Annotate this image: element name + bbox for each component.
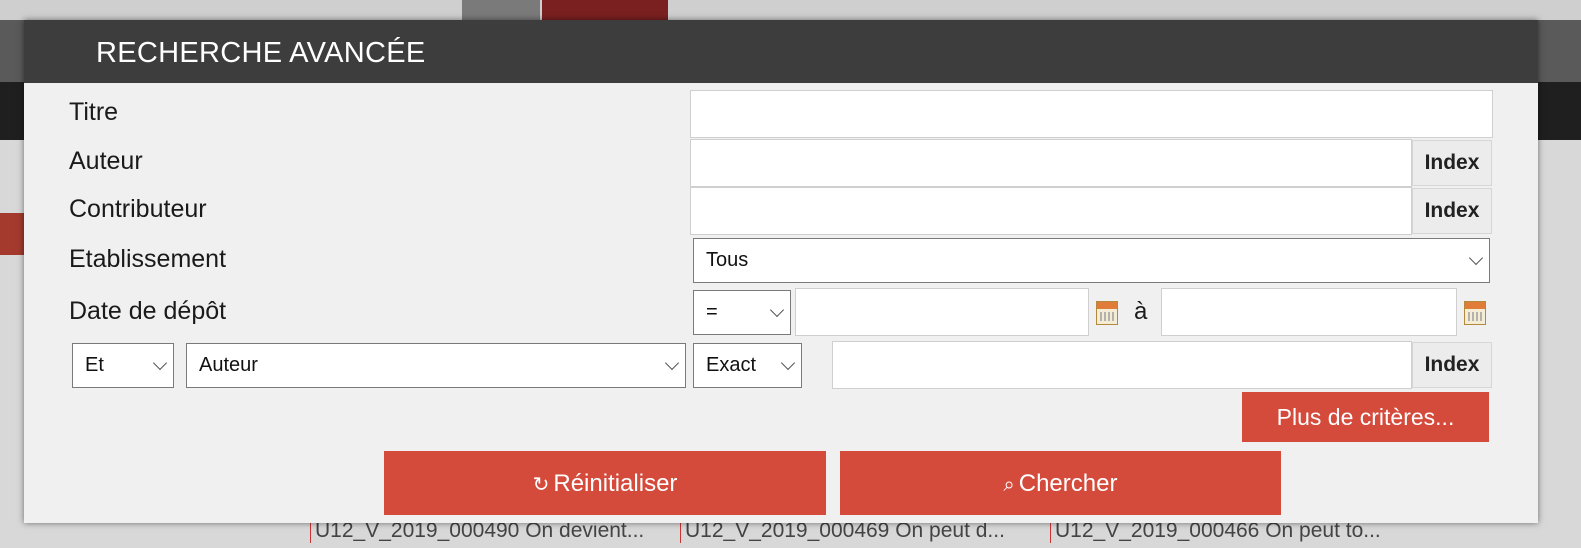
criteria-index-button[interactable]: Index xyxy=(1412,342,1492,388)
reset-button[interactable]: ↻ Réinitialiser xyxy=(384,451,826,515)
contributeur-input[interactable] xyxy=(690,187,1412,235)
date-depot-label: Date de dépôt xyxy=(69,297,227,325)
auteur-label: Auteur xyxy=(69,147,143,175)
criteria-value-input[interactable] xyxy=(832,341,1412,389)
chevron-down-icon xyxy=(1468,250,1484,266)
logic-operator-select[interactable]: Et xyxy=(72,343,174,388)
titre-input[interactable] xyxy=(690,90,1493,138)
search-button-label: Chercher xyxy=(1018,470,1118,497)
background-tab xyxy=(462,0,540,20)
calendar-icon[interactable] xyxy=(1464,301,1486,325)
auteur-index-button[interactable]: Index xyxy=(1412,140,1492,186)
criteria-field-select[interactable]: Auteur xyxy=(186,343,686,388)
match-type-select[interactable]: Exact xyxy=(693,343,802,388)
etablissement-select[interactable]: Tous xyxy=(693,238,1490,283)
contributeur-label: Contributeur xyxy=(69,195,207,223)
more-criteria-button[interactable]: Plus de critères... xyxy=(1242,392,1489,442)
background-red-marker xyxy=(0,213,24,255)
criteria-field-selected: Auteur xyxy=(199,354,258,376)
background-tabbar xyxy=(0,0,1581,20)
calendar-icon[interactable] xyxy=(1096,301,1118,325)
logic-operator-selected: Et xyxy=(85,354,104,376)
advanced-search-modal: RECHERCHE AVANCÉE Titre Auteur Index Con… xyxy=(24,20,1538,523)
date-to-input[interactable] xyxy=(1161,288,1457,336)
reset-icon: ↻ xyxy=(532,474,550,496)
modal-title: RECHERCHE AVANCÉE xyxy=(24,20,1538,83)
titre-label: Titre xyxy=(69,98,119,126)
chevron-down-icon xyxy=(769,302,785,318)
chevron-down-icon xyxy=(152,355,168,371)
date-separator: à xyxy=(1134,298,1148,325)
contributeur-index-button[interactable]: Index xyxy=(1412,188,1492,234)
chevron-down-icon xyxy=(780,355,796,371)
auteur-input[interactable] xyxy=(690,139,1412,187)
date-operator-selected: = xyxy=(706,301,718,323)
match-type-selected: Exact xyxy=(706,354,757,376)
chevron-down-icon xyxy=(664,355,680,371)
background-results-row: U12_V_2019_000490 On devient... U12_V_201… xyxy=(310,519,1430,548)
date-from-input[interactable] xyxy=(795,288,1089,336)
background-tab-active xyxy=(542,0,668,20)
etablissement-selected: Tous xyxy=(706,249,749,271)
date-operator-select[interactable]: = xyxy=(693,290,791,335)
search-button[interactable]: ⌕ Chercher xyxy=(840,451,1281,515)
reset-button-label: Réinitialiser xyxy=(553,470,678,497)
search-icon: ⌕ xyxy=(1003,474,1015,496)
etablissement-label: Etablissement xyxy=(69,245,227,273)
